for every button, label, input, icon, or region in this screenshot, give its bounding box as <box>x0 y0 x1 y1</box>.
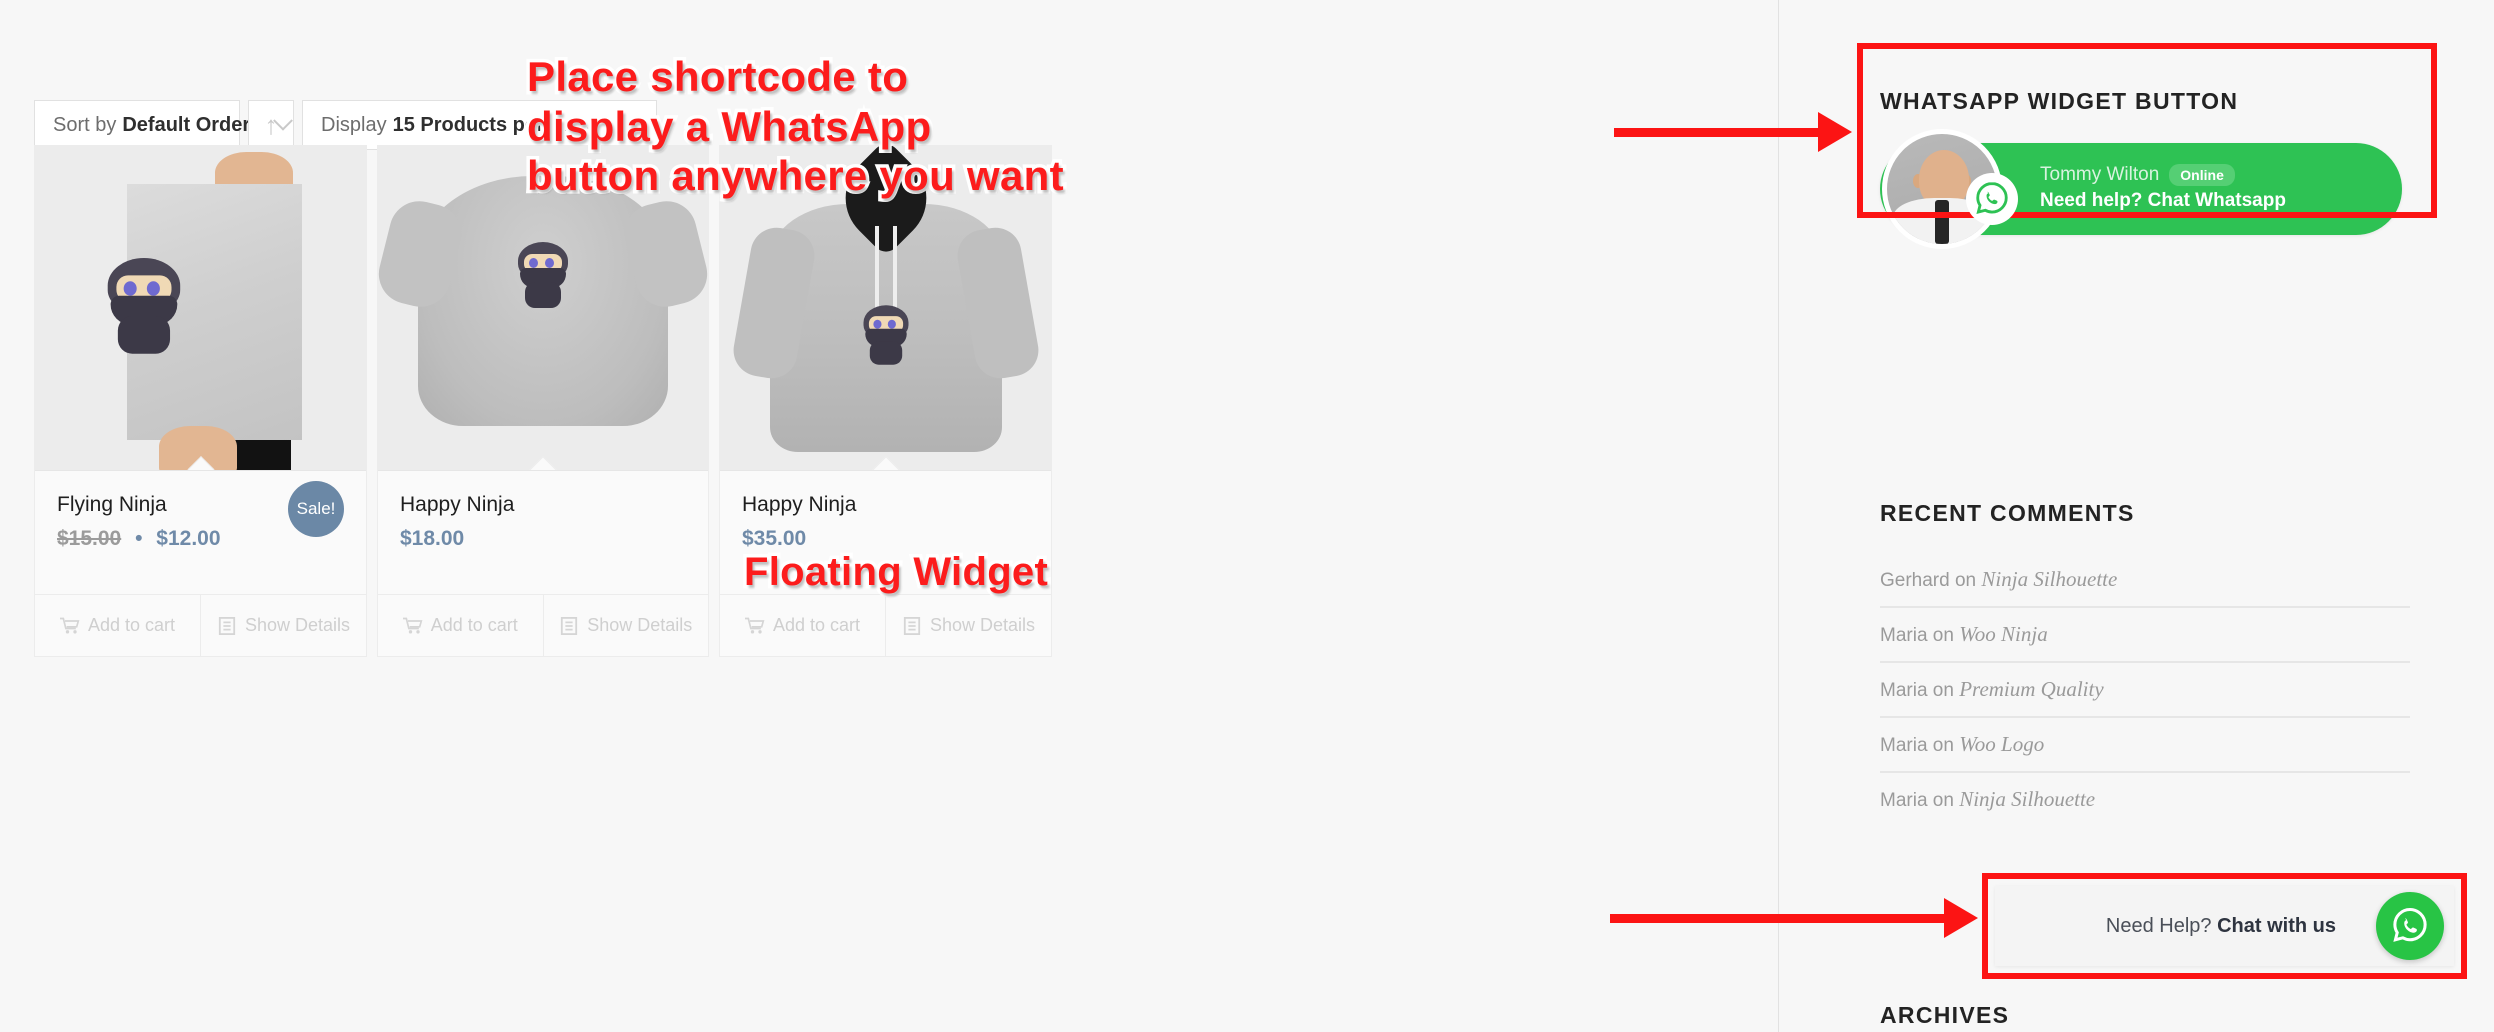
status-badge: Online <box>2169 164 2235 187</box>
product-info: Happy Ninja $18.00 <box>378 471 708 594</box>
add-to-cart-button[interactable]: Add to cart <box>378 595 543 656</box>
product-sale-price: $18.00 <box>400 527 465 550</box>
whatsapp-button-text: Tommy Wilton Online Need help? Chat What… <box>2040 164 2286 213</box>
price-separator: • <box>135 527 143 550</box>
list-item[interactable]: Maria on Ninja Silhouette <box>1880 773 2410 826</box>
up-arrow-icon: ↑ <box>264 110 278 140</box>
comment-on: on <box>1932 790 1954 811</box>
comment-on: on <box>1932 625 1954 646</box>
product-info: Flying Ninja $15.00 • $12.00 Sale! <box>35 471 366 594</box>
product-price: $35.00 <box>742 527 1029 551</box>
product-card[interactable]: Happy Ninja $18.00 Add to cart Show Deta… <box>377 145 709 657</box>
ninja-mascot-icon <box>512 242 574 308</box>
whatsapp-chat-button[interactable]: Tommy Wilton Online Need help? Chat What… <box>1880 129 2402 249</box>
add-to-cart-button[interactable]: Add to cart <box>35 595 200 656</box>
ninja-mascot-icon <box>99 258 189 354</box>
cart-icon <box>744 617 765 633</box>
add-to-cart-button[interactable]: Add to cart <box>720 595 885 656</box>
document-icon <box>903 616 921 635</box>
product-old-price: $15.00 <box>57 527 122 550</box>
comment-post[interactable]: Ninja Silhouette <box>1981 567 2117 591</box>
agent-name: Tommy Wilton <box>2040 164 2160 186</box>
product-price: $18.00 <box>400 527 686 551</box>
comment-author: Maria <box>1880 625 1928 646</box>
content-sidebar-divider <box>1778 0 1779 1032</box>
ninja-mascot-icon <box>858 305 914 365</box>
product-card[interactable]: Flying Ninja $15.00 • $12.00 Sale! Add t… <box>34 145 367 657</box>
show-details-label: Show Details <box>929 615 1036 635</box>
show-details-button[interactable]: Show Details <box>200 595 366 656</box>
product-title: Happy Ninja <box>400 493 515 516</box>
floating-widget-label: Need Help? Chat with us <box>2106 915 2336 938</box>
show-details-button[interactable]: Show Details <box>542 595 709 656</box>
comment-author: Gerhard <box>1880 570 1950 591</box>
whatsapp-message: Need help? Chat Whatsapp <box>2040 190 2286 212</box>
hand-graphic <box>159 426 237 470</box>
add-to-cart-label: Add to cart <box>430 615 518 635</box>
floating-widget-label-normal: Need Help? <box>2105 914 2218 937</box>
status-badge: Sale! <box>288 481 344 537</box>
cart-icon <box>59 617 80 633</box>
page-root: Sort by Default Order ↑ Display 15 Produ… <box>0 0 2494 1032</box>
whatsapp-widget-heading: WHATSAPP WIDGET BUTTON <box>1880 88 2239 114</box>
comment-on: on <box>1932 680 1954 701</box>
product-image[interactable] <box>35 146 366 471</box>
sort-by-value: Default Order <box>122 113 251 136</box>
list-item[interactable]: Maria on Woo Ninja <box>1880 608 2410 663</box>
recent-comments-heading: RECENT COMMENTS <box>1880 500 2135 526</box>
comment-on: on <box>1954 570 1977 591</box>
floating-widget-label-bold: Chat with us <box>2217 914 2336 937</box>
comment-post[interactable]: Ninja Silhouette <box>1959 787 2095 811</box>
show-details-label: Show Details <box>587 615 693 635</box>
document-icon <box>561 616 578 635</box>
display-prefix: Display <box>321 113 387 136</box>
show-details-button[interactable]: Show Details <box>885 595 1051 656</box>
sort-by-prefix: Sort by <box>53 113 117 136</box>
product-actions: Add to cart Show Details <box>35 594 366 656</box>
product-sale-price: $12.00 <box>156 527 221 550</box>
whatsapp-float-button[interactable] <box>2376 892 2444 960</box>
add-to-cart-label: Add to cart <box>87 615 176 635</box>
whatsapp-widget-section: WHATSAPP WIDGET BUTTON Tommy Wilton Onli… <box>1880 88 2410 249</box>
document-icon <box>218 616 236 635</box>
floating-chat-widget[interactable]: Need Help? Chat with us <box>1995 886 2454 966</box>
comment-author: Maria <box>1880 790 1928 811</box>
list-item[interactable]: Gerhard on Ninja Silhouette <box>1880 553 2410 608</box>
annotation-floating-note: Floating Widget <box>740 546 1051 597</box>
sort-by-select[interactable]: Sort by Default Order <box>34 100 294 150</box>
archives-heading: ARCHIVES <box>1880 1002 2010 1028</box>
comment-post[interactable]: Premium Quality <box>1959 677 2103 701</box>
product-sale-price: $35.00 <box>742 527 807 550</box>
annotation-shortcode-note: Place shortcode to display a WhatsApp bu… <box>524 50 1068 203</box>
recent-comments-list: Gerhard on Ninja Silhouette Maria on Woo… <box>1880 553 2410 826</box>
show-details-label: Show Details <box>244 615 351 635</box>
product-actions: Add to cart Show Details <box>378 594 708 656</box>
add-to-cart-label: Add to cart <box>772 615 861 635</box>
cart-icon <box>402 617 423 633</box>
comment-author: Maria <box>1880 735 1928 756</box>
list-item[interactable]: Maria on Premium Quality <box>1880 663 2410 718</box>
drawstring-graphic <box>866 226 906 312</box>
comment-on: on <box>1932 735 1954 756</box>
whatsapp-icon <box>2393 907 2427 942</box>
comment-post[interactable]: Woo Ninja <box>1959 622 2048 646</box>
list-item[interactable]: Maria on Woo Logo <box>1880 718 2410 773</box>
comment-author: Maria <box>1880 680 1928 701</box>
product-title: Happy Ninja <box>742 493 857 516</box>
recent-comments-section: RECENT COMMENTS Gerhard on Ninja Silhoue… <box>1880 500 2410 826</box>
comment-post[interactable]: Woo Logo <box>1959 732 2044 756</box>
product-actions: Add to cart Show Details <box>720 594 1051 656</box>
whatsapp-icon <box>1966 173 2018 225</box>
